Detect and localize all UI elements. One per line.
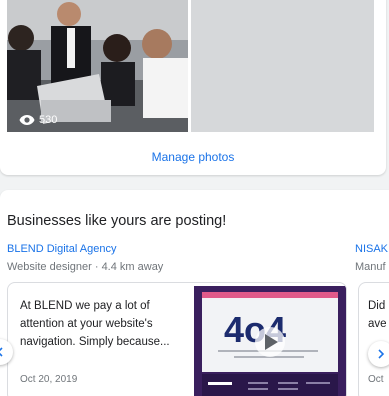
business-subtitle: Manuf xyxy=(355,261,386,273)
post-date: Oct 20, 2019 xyxy=(20,374,78,385)
people-at-laptop-image xyxy=(7,0,188,132)
chevron-left-icon xyxy=(0,347,3,357)
view-count: 530 xyxy=(19,114,57,126)
page: 530 Manage photos Businesses like yours … xyxy=(0,0,389,396)
eye-icon xyxy=(19,115,35,125)
business-photo-2[interactable] xyxy=(191,0,374,132)
website-preview-image: 4o4 xyxy=(194,286,346,396)
photos-card: 530 Manage photos xyxy=(0,0,386,175)
post-video-thumbnail[interactable]: 4o4 xyxy=(194,286,346,396)
business-subtitle: Website designer · 4.4 km away xyxy=(7,261,164,273)
business-name-link[interactable]: BLEND Digital Agency xyxy=(7,243,116,255)
carousel-next-button[interactable] xyxy=(368,341,389,367)
chevron-right-icon xyxy=(378,349,385,359)
post-card[interactable]: Did ave Oct xyxy=(358,282,389,396)
businesses-posting-card: Businesses like yours are posting! BLEND… xyxy=(0,190,389,396)
post-date: Oct xyxy=(368,374,384,385)
section-title: Businesses like yours are posting! xyxy=(7,213,227,229)
manage-photos-link[interactable]: Manage photos xyxy=(0,150,386,164)
view-count-text: 530 xyxy=(39,114,58,126)
post-text: At BLEND we pay a lot of attention at yo… xyxy=(20,300,170,348)
business-name-link[interactable]: NISAK xyxy=(355,243,388,255)
business-photo[interactable]: 530 xyxy=(7,0,188,132)
post-card[interactable]: At BLEND we pay a lot of attention at yo… xyxy=(7,282,347,396)
post-text: Did ave xyxy=(368,300,387,330)
